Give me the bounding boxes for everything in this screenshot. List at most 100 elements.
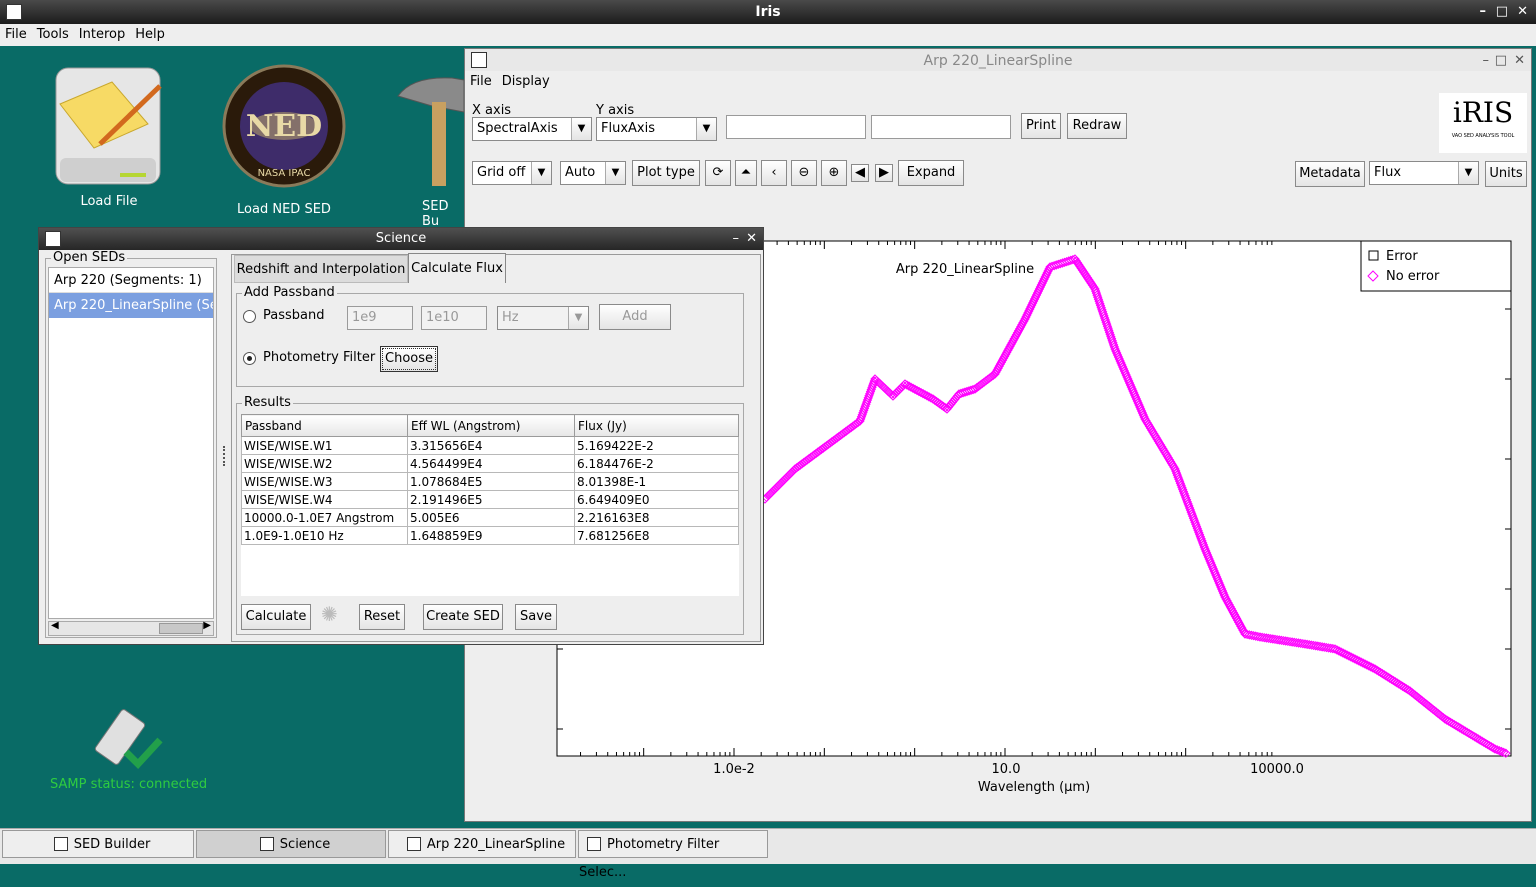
plot-title-text: Arp 220_LinearSpline xyxy=(896,262,1034,277)
passband-unit-select[interactable]: Hz ▼ xyxy=(497,306,589,330)
cell-flux: 5.169422E-2 xyxy=(574,436,739,455)
flux-value: Flux xyxy=(1374,165,1402,180)
hammer-icon xyxy=(397,77,464,186)
table-row[interactable]: WISE/WISE.W1 3.315656E4 5.169422E-2 xyxy=(241,436,739,455)
passband-radio[interactable] xyxy=(243,310,256,323)
redraw-button[interactable]: Redraw xyxy=(1067,113,1127,139)
iris-logo-text: iRIS xyxy=(1452,96,1514,129)
sed-list-item-selected[interactable]: Arp 220_LinearSpline (Se xyxy=(49,293,213,318)
ned-logo-icon: NED NASA IPAC xyxy=(222,64,346,188)
minimize-icon[interactable]: – xyxy=(1480,0,1487,24)
pan-left-icon[interactable]: ◀ xyxy=(851,164,869,182)
taskbar-item-photometry-filter[interactable]: Photometry Filter Selec... xyxy=(578,830,768,880)
menu-file[interactable]: File xyxy=(0,24,32,46)
x-axis-select[interactable]: SpectralAxis ▼ xyxy=(472,117,592,141)
plot-maximize-icon[interactable]: □ xyxy=(1495,49,1507,73)
menu-interop[interactable]: Interop xyxy=(74,24,130,46)
sed-list-item[interactable]: Arp 220 (Segments: 1) xyxy=(49,268,213,293)
tab-redshift-interpolation[interactable]: Redshift and Interpolation xyxy=(234,255,408,283)
science-minimize-icon[interactable]: – xyxy=(733,228,740,250)
legend-no-error-text: No error xyxy=(1386,269,1440,284)
scroll-right-icon[interactable]: ▶ xyxy=(203,620,211,631)
samp-icon xyxy=(92,704,164,778)
refresh-icon[interactable]: ⟳ xyxy=(705,160,731,186)
app-icon xyxy=(6,4,22,20)
passband-max-field[interactable]: 1e10 xyxy=(421,306,487,330)
passband-label: Passband xyxy=(263,308,325,323)
plot-menu-display[interactable]: Display xyxy=(497,71,555,93)
menu-tools[interactable]: Tools xyxy=(32,24,74,46)
plot-window-icon xyxy=(471,52,487,68)
table-row[interactable]: WISE/WISE.W3 1.078684E5 8.01398E-1 xyxy=(241,472,739,491)
plot-close-icon[interactable]: ✕ xyxy=(1514,49,1525,73)
load-ned-sed-launcher[interactable]: NED NASA IPAC Load NED SED xyxy=(222,64,346,217)
y-axis-label: Y axis xyxy=(596,103,635,118)
science-close-icon[interactable]: ✕ xyxy=(746,228,757,250)
y-range-field[interactable] xyxy=(871,115,1011,139)
x-axis-label: X axis xyxy=(472,103,512,118)
maximize-icon[interactable]: □ xyxy=(1496,0,1508,24)
main-menu-bar: File Tools Interop Help xyxy=(0,24,1536,46)
cell-passband: WISE/WISE.W4 xyxy=(241,490,408,509)
print-button[interactable]: Print xyxy=(1021,113,1061,139)
taskbar-item-science[interactable]: Science xyxy=(196,830,386,858)
taskbar-item-arp220[interactable]: Arp 220_LinearSpline xyxy=(388,830,576,858)
scroll-thumb[interactable] xyxy=(159,623,203,634)
main-title-bar: Iris – □ ✕ xyxy=(0,0,1536,24)
back-icon[interactable]: ‹ xyxy=(761,160,787,186)
iris-logo: iRIS VAO SED ANALYSIS TOOL xyxy=(1439,93,1527,153)
passband-min-field[interactable]: 1e9 xyxy=(347,306,413,330)
sed-builder-launcher-label: SED Bu xyxy=(422,199,449,229)
table-row[interactable]: 1.0E9-1.0E10 Hz 1.648859E9 7.681256E8 xyxy=(241,526,739,545)
x-range-field[interactable] xyxy=(726,115,866,139)
taskbar-item-sed-builder[interactable]: SED Builder xyxy=(2,830,194,858)
column-header-eff-wl[interactable]: Eff WL (Angstrom) xyxy=(407,414,575,437)
split-divider[interactable] xyxy=(223,446,227,466)
column-header-passband[interactable]: Passband xyxy=(241,414,408,437)
table-row[interactable]: 10000.0-1.0E7 Angstrom 5.005E6 2.216163E8 xyxy=(241,508,739,527)
menu-help[interactable]: Help xyxy=(130,24,170,46)
close-icon[interactable]: ✕ xyxy=(1517,0,1528,24)
top-icon[interactable]: ⏶ xyxy=(735,160,757,186)
plot-menu-file[interactable]: File xyxy=(465,71,497,93)
cell-flux: 8.01398E-1 xyxy=(574,472,739,491)
chevron-down-icon: ▼ xyxy=(571,118,591,140)
create-sed-button[interactable]: Create SED xyxy=(423,604,503,630)
ned-badge-text: NED xyxy=(246,109,322,144)
save-button[interactable]: Save xyxy=(515,604,557,630)
add-button[interactable]: Add xyxy=(599,304,671,330)
cell-passband: WISE/WISE.W3 xyxy=(241,472,408,491)
choose-button[interactable]: Choose xyxy=(380,346,438,372)
zoom-in-icon[interactable]: ⊕ xyxy=(821,160,847,186)
flux-select[interactable]: Flux ▼ xyxy=(1369,161,1479,185)
reset-button[interactable]: Reset xyxy=(359,604,405,630)
cell-eff-wl: 2.191496E5 xyxy=(407,490,575,509)
scale-select[interactable]: Auto ▼ xyxy=(560,161,626,185)
expand-button[interactable]: Expand xyxy=(898,160,964,186)
legend-error-text: Error xyxy=(1386,249,1418,264)
grid-select[interactable]: Grid off ▼ xyxy=(472,161,552,185)
window-icon xyxy=(53,836,68,851)
metadata-button[interactable]: Metadata xyxy=(1295,161,1365,187)
scroll-left-icon[interactable]: ◀ xyxy=(51,620,59,631)
passband-unit-value: Hz xyxy=(502,310,519,325)
tab-panel: Redshift and Interpolation Calculate Flu… xyxy=(231,253,761,642)
units-button[interactable]: Units xyxy=(1485,161,1527,187)
photometry-filter-radio[interactable] xyxy=(243,352,256,365)
plot-type-button[interactable]: Plot type xyxy=(632,160,700,186)
pan-right-icon[interactable]: ▶ xyxy=(875,164,893,182)
column-header-flux[interactable]: Flux (Jy) xyxy=(574,414,739,437)
ned-badge-sub: NASA IPAC xyxy=(258,168,311,179)
samp-status-text: SAMP status: connected xyxy=(50,777,208,792)
y-axis-select[interactable]: FluxAxis ▼ xyxy=(596,117,717,141)
load-file-launcher[interactable]: Load File xyxy=(50,62,168,209)
table-row[interactable]: WISE/WISE.W2 4.564499E4 6.184476E-2 xyxy=(241,454,739,473)
plot-window-title: Arp 220_LinearSpline xyxy=(923,53,1073,69)
table-row[interactable]: WISE/WISE.W4 2.191496E5 6.649409E0 xyxy=(241,490,739,509)
zoom-out-icon[interactable]: ⊖ xyxy=(791,160,817,186)
plot-minimize-icon[interactable]: – xyxy=(1483,49,1490,73)
tab-calculate-flux[interactable]: Calculate Flux xyxy=(408,253,506,283)
sed-builder-launcher[interactable]: SED Bu xyxy=(392,66,464,229)
sed-list-scrollbar[interactable]: ◀ ▶ xyxy=(48,620,214,636)
calculate-button[interactable]: Calculate xyxy=(241,604,311,630)
